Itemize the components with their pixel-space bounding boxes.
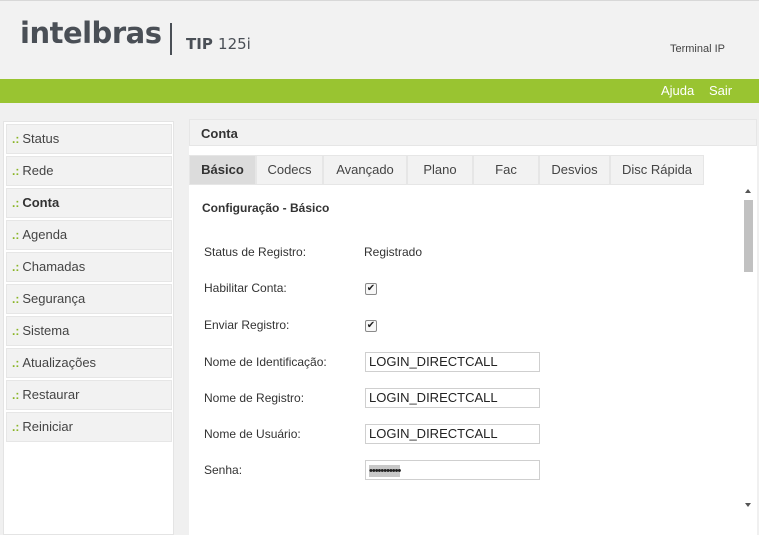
bullet-icon: .: (12, 420, 20, 434)
sidebar-item-label: Conta (22, 195, 60, 210)
bullet-icon: .: (12, 196, 20, 210)
model-name: TIP (186, 35, 213, 53)
bullet-icon: .: (12, 260, 20, 274)
bullet-icon: .: (12, 228, 20, 242)
sidebar-item-atualizacoes[interactable]: .: Atualizações (6, 348, 172, 378)
send-register-checkbox[interactable]: ✔ (365, 320, 377, 332)
display-name-input[interactable]: LOGIN_DIRECTCALL (365, 352, 540, 372)
password-input[interactable]: ••••••••••• (365, 460, 540, 480)
password-label: Senha: (204, 463, 243, 477)
device-type-label: Terminal IP (669, 43, 725, 55)
sidebar-item-label: Status (22, 131, 60, 146)
sidebar-item-label: Atualizações (22, 355, 97, 370)
bullet-icon: .: (12, 388, 20, 402)
header: intelbras TIP 125i Terminal IP (0, 0, 759, 80)
main-content: Conta Básico Codecs Avançado Plano Fac D… (189, 119, 757, 535)
page-title: Conta (189, 119, 757, 146)
device-model: TIP 125i (186, 35, 251, 53)
register-name-input[interactable]: LOGIN_DIRECTCALL (365, 388, 540, 408)
bullet-icon: .: (12, 132, 20, 146)
sidebar-item-chamadas[interactable]: .: Chamadas (6, 252, 172, 282)
sidebar-item-conta[interactable]: .: Conta (6, 188, 172, 218)
section-title: Configuração - Básico (202, 201, 330, 215)
top-bar: Ajuda Sair (0, 79, 759, 103)
sidebar-item-label: Chamadas (22, 259, 86, 274)
sidebar-item-label: Segurança (22, 291, 86, 306)
sidebar-item-agenda[interactable]: .: Agenda (6, 220, 172, 250)
sidebar-item-sistema[interactable]: .: Sistema (6, 316, 172, 346)
help-link[interactable]: Ajuda (661, 83, 694, 98)
display-name-label: Nome de Identificação: (204, 355, 327, 369)
model-number: 125i (218, 35, 251, 53)
user-name-label: Nome de Usuário: (204, 427, 301, 441)
bullet-icon: .: (12, 356, 20, 370)
scrollbar[interactable] (741, 187, 757, 517)
enable-account-checkbox[interactable]: ✔ (365, 283, 377, 295)
tab-plano[interactable]: Plano (407, 155, 473, 185)
bullet-icon: .: (12, 164, 20, 178)
tab-fac[interactable]: Fac (473, 155, 539, 185)
enable-account-label: Habilitar Conta: (204, 281, 287, 295)
sidebar: .: Status .: Rede .: Conta .: Agenda .: Chama… (3, 121, 174, 535)
user-name-input[interactable]: LOGIN_DIRECTCALL (365, 424, 540, 444)
scroll-thumb[interactable] (744, 200, 753, 272)
status-value: Registrado (364, 245, 423, 259)
tab-desvios[interactable]: Desvios (539, 155, 610, 185)
sidebar-item-label: Restaurar (22, 387, 80, 402)
register-name-label: Nome de Registro: (204, 391, 305, 405)
password-value: ••••••••••• (369, 465, 401, 477)
bullet-icon: .: (12, 292, 20, 306)
send-register-label: Enviar Registro: (204, 318, 290, 332)
tab-codecs[interactable]: Codecs (256, 155, 323, 185)
sidebar-item-label: Rede (22, 163, 54, 178)
sidebar-item-label: Sistema (22, 323, 70, 338)
tab-avancado[interactable]: Avançado (323, 155, 407, 185)
sidebar-item-seguranca[interactable]: .: Segurança (6, 284, 172, 314)
sidebar-item-rede[interactable]: .: Rede (6, 156, 172, 186)
bullet-icon: .: (12, 324, 20, 338)
scroll-down-arrow-icon[interactable] (745, 503, 751, 507)
intelbras-logo: intelbras (20, 16, 162, 50)
tab-basico[interactable]: Básico (189, 155, 256, 185)
tab-disc-rapida[interactable]: Disc Rápida (610, 155, 704, 185)
sidebar-item-label: Reiniciar (22, 419, 73, 434)
sidebar-item-restaurar[interactable]: .: Restaurar (6, 380, 172, 410)
logo-divider (170, 23, 172, 55)
sidebar-item-label: Agenda (22, 227, 68, 242)
logout-link[interactable]: Sair (709, 83, 732, 98)
scroll-up-arrow-icon[interactable] (745, 189, 751, 193)
sidebar-item-reiniciar[interactable]: .: Reiniciar (6, 412, 172, 442)
sidebar-item-status[interactable]: .: Status (6, 124, 172, 154)
status-label: Status de Registro: (204, 245, 307, 259)
